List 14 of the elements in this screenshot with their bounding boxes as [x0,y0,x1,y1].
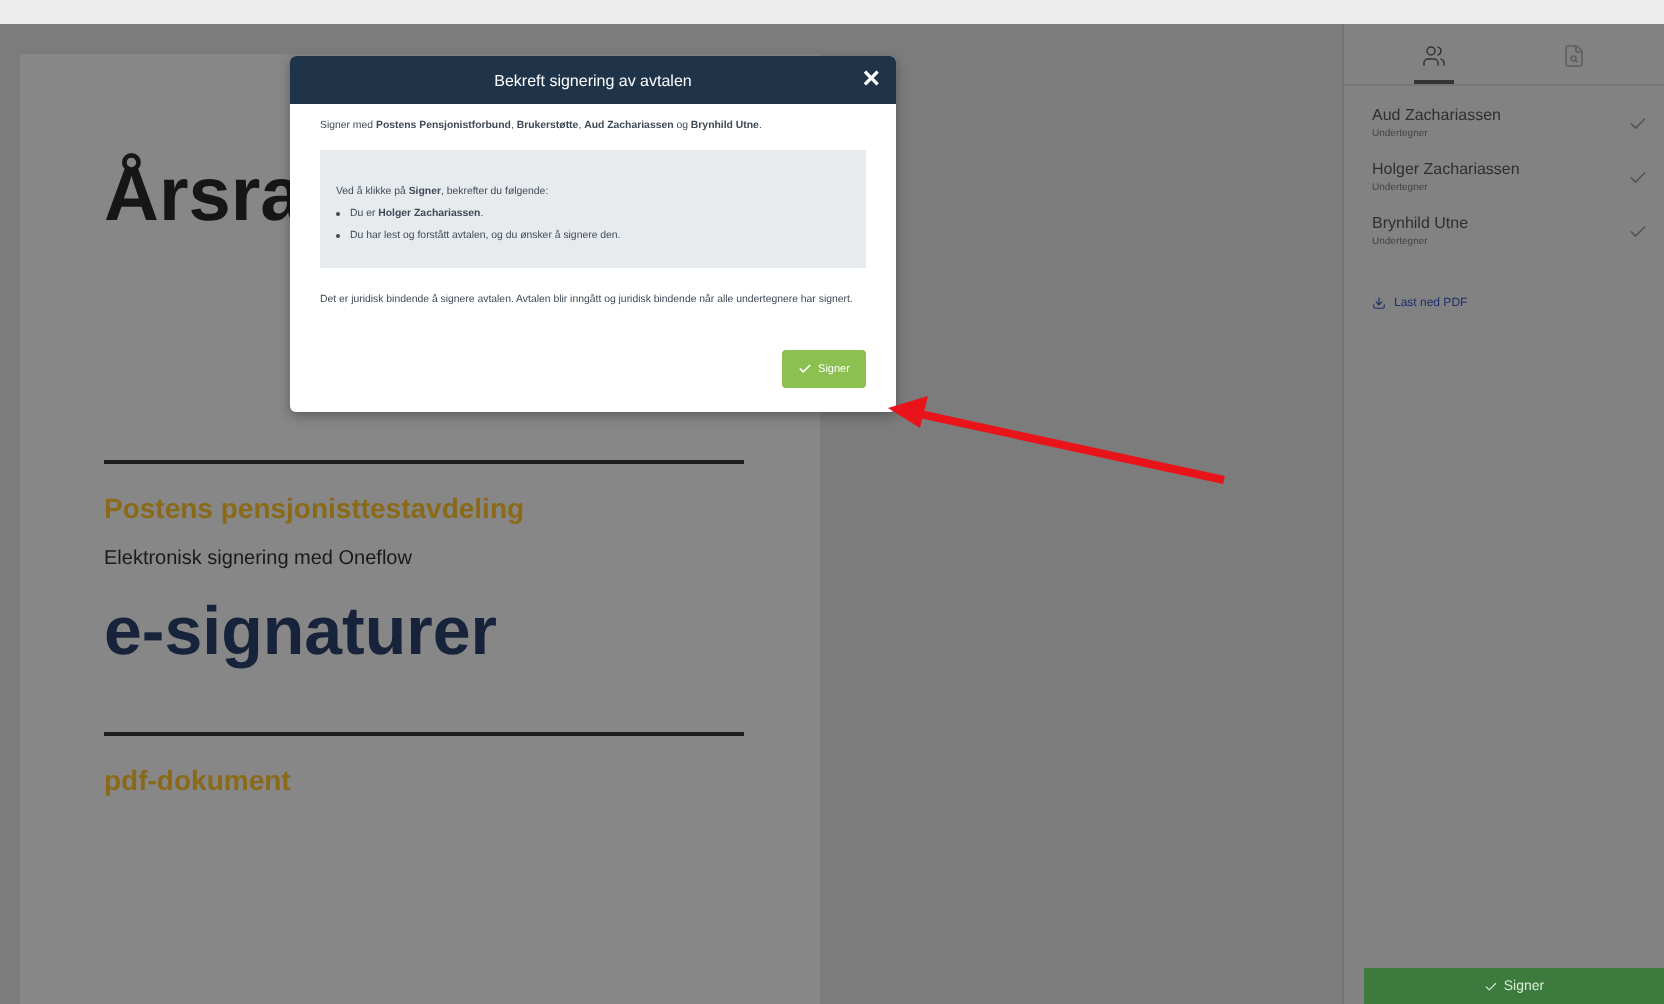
signer-name: Brynhild Utne [1372,214,1471,232]
check-icon [1483,979,1498,993]
document-search-icon [1562,44,1586,68]
signer-name: Aud Zachariassen [1372,106,1503,124]
people-icon [1422,44,1446,68]
section-title: pdf-dokument [104,764,293,796]
close-button[interactable]: × [862,64,880,94]
dialog-title: Bekreft signering av avtalen [494,71,692,89]
document-subtitle: Elektronisk signering med Oneflow [104,548,414,570]
signer-name: Holger Zachariassen [1372,160,1522,178]
check-icon [798,362,813,376]
document-title: e-signaturer [104,594,499,672]
download-icon [1372,296,1386,310]
section-title: Postens pensjonisttestavdeling [104,492,527,524]
